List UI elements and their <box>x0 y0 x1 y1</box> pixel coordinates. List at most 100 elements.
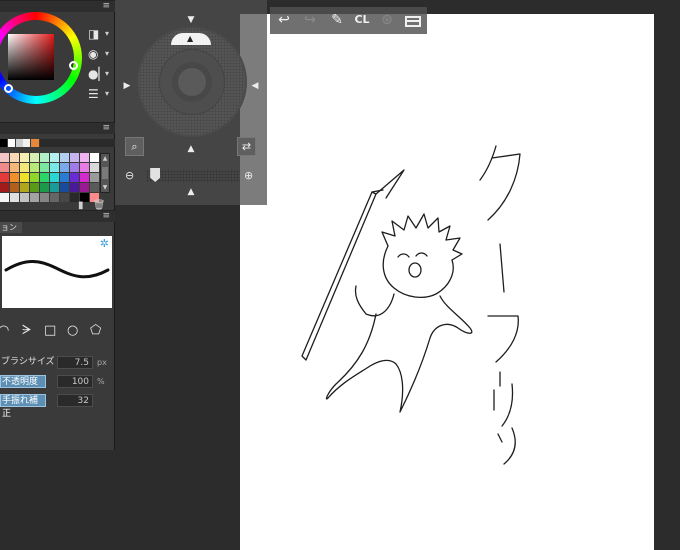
tip-circle-icon[interactable]: ○ <box>67 323 78 338</box>
palette-swatch[interactable] <box>10 183 19 192</box>
tip-fan-icon[interactable]: ᗔ <box>22 323 32 338</box>
palette-swatch[interactable] <box>0 153 9 162</box>
palette-swatch[interactable] <box>30 173 39 182</box>
palette-swatch[interactable] <box>70 173 79 182</box>
palette-swatch[interactable] <box>40 183 49 192</box>
pan-left-arrow-icon[interactable]: ▶ <box>120 80 134 92</box>
palette-panel-header[interactable]: ≡ <box>0 122 115 134</box>
palette-swatch[interactable] <box>50 193 59 202</box>
palette-swatch[interactable] <box>0 193 9 202</box>
palette-swatch[interactable] <box>90 153 99 162</box>
undo-icon[interactable]: ↩ <box>274 11 294 29</box>
saturation-marker[interactable] <box>4 84 13 93</box>
palette-swatch[interactable] <box>0 163 9 172</box>
palette-swatch[interactable] <box>0 173 9 182</box>
saturation-value-square[interactable] <box>8 34 54 80</box>
stabilizer-input[interactable]: 32 <box>57 394 93 407</box>
frame-icon[interactable] <box>405 16 421 27</box>
recent-color-swatch[interactable] <box>40 139 117 147</box>
palette-swatch[interactable] <box>60 183 69 192</box>
pan-down-bottom-arrow-icon[interactable]: ▲ <box>184 186 198 198</box>
palette-swatch[interactable] <box>50 173 59 182</box>
brush-tab[interactable]: ョン <box>0 222 22 233</box>
palette-swatch[interactable] <box>60 163 69 172</box>
palette-swatch[interactable] <box>20 153 29 162</box>
palette-swatch[interactable] <box>20 183 29 192</box>
palette-swatch[interactable] <box>60 193 69 202</box>
play-mode-icon[interactable]: ◉ ▾ <box>88 44 112 64</box>
dot-mode-icon[interactable]: ●▏ ▾ <box>88 64 112 84</box>
zoom-out-icon[interactable]: ⊖ <box>125 170 134 182</box>
hue-marker[interactable] <box>69 61 78 70</box>
palette-swatch[interactable] <box>20 173 29 182</box>
palette-swatch[interactable] <box>30 163 39 172</box>
palette-swatch[interactable] <box>50 183 59 192</box>
tip-square-icon[interactable]: □ <box>44 323 56 338</box>
palette-swatch[interactable] <box>60 153 69 162</box>
palette-swatch[interactable] <box>80 153 89 162</box>
palette-swatch[interactable] <box>50 153 59 162</box>
redo-icon[interactable]: ↪ <box>300 11 320 29</box>
palette-scrollbar[interactable]: ▲ ▼ <box>100 153 110 193</box>
panel-menu-icon[interactable]: ≡ <box>102 1 110 12</box>
panel-menu-icon[interactable]: ≡ <box>102 123 110 134</box>
color-panel-header[interactable]: ≡ <box>0 0 115 12</box>
panel-menu-icon[interactable]: ≡ <box>102 211 110 222</box>
pan-up-arrow-icon[interactable]: ▼ <box>184 14 198 26</box>
palette-swatch[interactable] <box>40 153 49 162</box>
palette-swatch[interactable] <box>40 163 49 172</box>
chevron-down-icon[interactable]: ▾ <box>105 24 109 44</box>
pan-right-arrow-icon[interactable]: ◀ <box>248 80 262 92</box>
palette-swatch[interactable] <box>40 173 49 182</box>
chevron-down-icon[interactable]: ▾ <box>105 44 109 64</box>
recent-color-swatch[interactable] <box>31 139 39 147</box>
palette-swatch[interactable] <box>70 183 79 192</box>
pan-down-arrow-icon[interactable]: ▲ <box>184 143 198 155</box>
scroll-thumb[interactable] <box>102 167 108 179</box>
brush-settings-gear-icon[interactable]: ✲ <box>100 237 109 250</box>
palette-swatch[interactable] <box>20 193 29 202</box>
flip-horizontal-icon[interactable]: ⇄ <box>237 137 256 156</box>
brush-size-input[interactable]: 7.5 <box>57 356 93 369</box>
palette-swatch[interactable] <box>20 163 29 172</box>
recent-color-swatch[interactable] <box>23 139 30 147</box>
recent-color-swatch[interactable] <box>16 139 23 147</box>
palette-swatch[interactable] <box>80 173 89 182</box>
chevron-down-icon[interactable]: ▾ <box>105 64 109 84</box>
brush-panel-header[interactable]: ≡ <box>0 210 115 222</box>
scroll-down-icon[interactable]: ▼ <box>101 183 109 192</box>
palette-swatch[interactable] <box>0 183 9 192</box>
palette-swatch[interactable] <box>30 193 39 202</box>
chevron-down-icon[interactable]: ▾ <box>105 84 109 104</box>
zoom-in-icon[interactable]: ⊕ <box>244 170 253 182</box>
scroll-up-icon[interactable]: ▲ <box>101 154 109 163</box>
color-square-mode-icon[interactable]: ◨ ▾ <box>88 24 112 44</box>
palette-swatch[interactable] <box>70 153 79 162</box>
recent-color-swatch[interactable] <box>8 139 15 147</box>
palette-swatch[interactable] <box>90 163 99 172</box>
pen-icon[interactable]: ✎ <box>327 11 347 29</box>
palette-swatch[interactable] <box>30 153 39 162</box>
palette-swatch[interactable] <box>30 183 39 192</box>
recent-color-swatch[interactable] <box>0 139 7 147</box>
opacity-label[interactable]: 不透明度 <box>0 375 46 388</box>
tip-pentagon-icon[interactable]: ⬠ <box>90 323 101 338</box>
rotation-indicator[interactable]: ▲ <box>171 33 211 45</box>
palette-swatch[interactable] <box>90 173 99 182</box>
palette-swatch[interactable] <box>10 173 19 182</box>
snap-icon[interactable]: ⊛ <box>377 11 397 29</box>
palette-swatch[interactable] <box>50 163 59 172</box>
palette-swatch[interactable] <box>80 183 89 192</box>
palette-swatch[interactable] <box>90 183 99 192</box>
palette-swatch[interactable] <box>70 163 79 172</box>
palette-swatch[interactable] <box>10 153 19 162</box>
rotation-dial-center[interactable] <box>172 62 212 102</box>
palette-swatch[interactable] <box>40 193 49 202</box>
drawing-canvas[interactable] <box>240 14 654 550</box>
palette-swatch[interactable] <box>10 163 19 172</box>
stabilizer-label[interactable]: 手振れ補正 <box>0 394 46 419</box>
fit-to-window-icon[interactable]: ⌕ <box>125 137 144 156</box>
tip-curve-icon[interactable]: ◠ <box>0 323 9 338</box>
palette-swatch[interactable] <box>60 173 69 182</box>
palette-swatch[interactable] <box>10 193 19 202</box>
